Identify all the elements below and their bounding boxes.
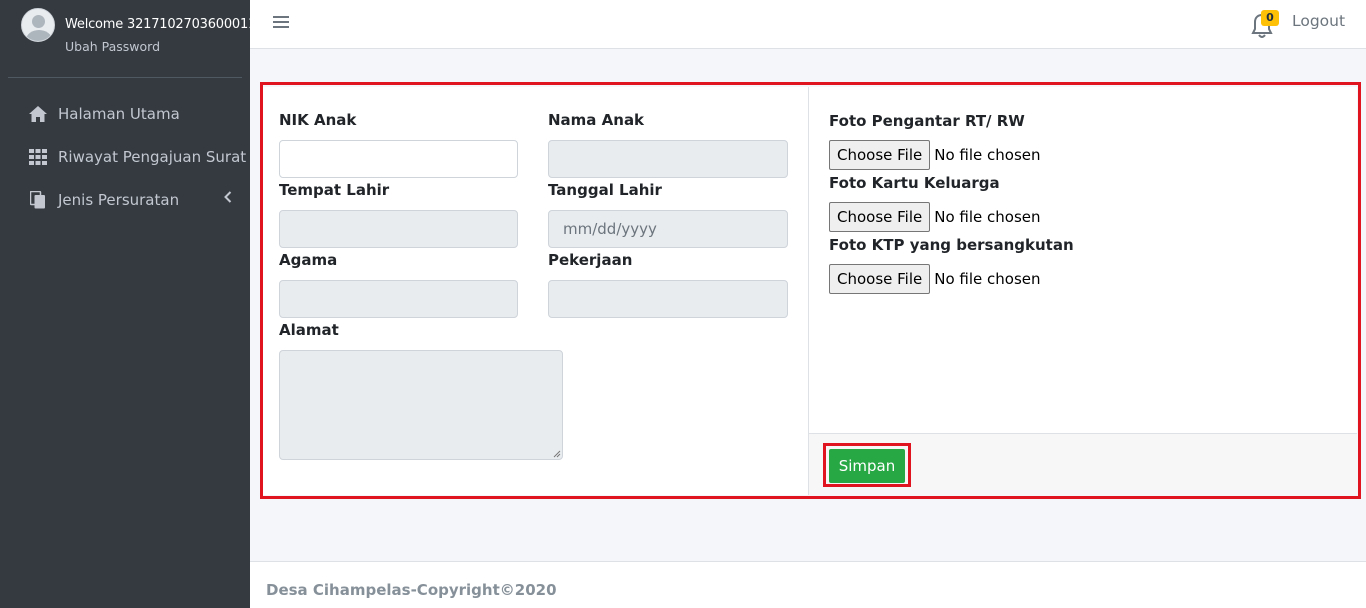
sidebar-nav: Halaman Utama Riwayat Pengajuan Surat Je… [0, 92, 250, 221]
copyright-text: Desa Cihampelas-Copyright©2020 [266, 581, 557, 599]
sidebar-item-riwayat[interactable]: Riwayat Pengajuan Surat [0, 135, 250, 178]
sidebar-item-label: Riwayat Pengajuan Surat [58, 147, 247, 166]
top-navbar: 0 Logout [250, 0, 1366, 49]
grid-icon [28, 147, 48, 167]
user-panel: Welcome 3217102703600011 Ubah Password [8, 0, 256, 78]
logout-link[interactable]: Logout [1292, 12, 1345, 30]
change-password-link[interactable]: Ubah Password [65, 39, 160, 54]
sidebar: Welcome 3217102703600011 Ubah Password H… [0, 0, 256, 608]
page-footer: Desa Cihampelas-Copyright©2020 [250, 561, 1366, 608]
sidebar-item-jenis-persuratan[interactable]: Jenis Persuratan [0, 178, 250, 221]
form-highlight [260, 82, 1361, 499]
notification-badge: 0 [1261, 10, 1279, 26]
hamburger-menu-icon[interactable] [273, 10, 289, 34]
sidebar-item-halaman-utama[interactable]: Halaman Utama [0, 92, 250, 135]
sidebar-item-label: Jenis Persuratan [58, 190, 180, 209]
sidebar-item-label: Halaman Utama [58, 104, 180, 123]
copy-icon [28, 190, 48, 210]
home-icon [28, 104, 48, 124]
avatar [21, 8, 55, 42]
chevron-left-icon [224, 191, 232, 207]
welcome-text: Welcome 3217102703600011 [65, 17, 257, 32]
